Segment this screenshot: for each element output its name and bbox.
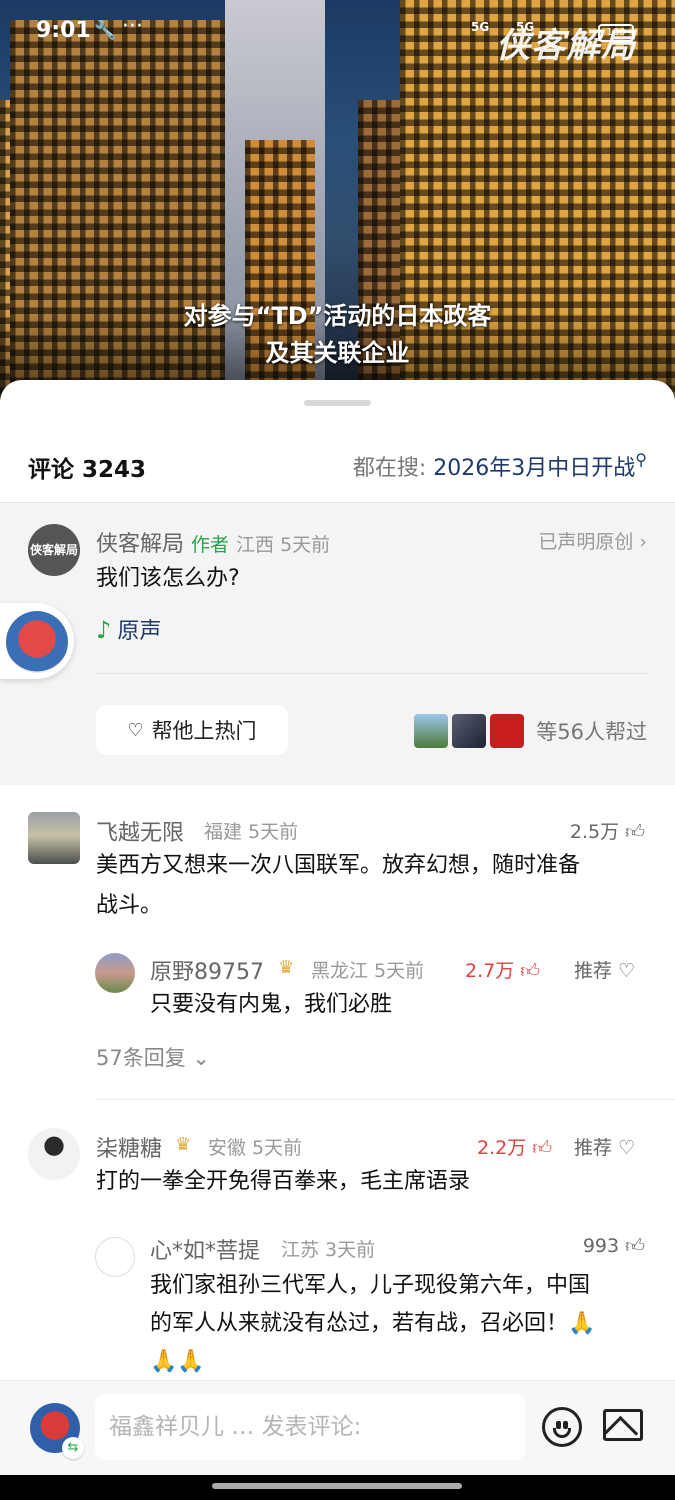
floating-badge[interactable] xyxy=(0,603,74,679)
comments-header: 评论 3243 都在搜: 2026年3月中日开战⚲ xyxy=(0,442,675,502)
like-button[interactable]: 2.5万 👍︎ xyxy=(570,817,645,844)
author-comment[interactable]: 侠客解局 侠客解局 作者 江西 5天前 已声明原创 › 我们该怎么办? ♪ 原声 … xyxy=(0,503,675,785)
video-subtitle-line1: 对参与“TD”活动的日本政客 xyxy=(183,302,492,330)
more-replies-link[interactable]: 57条回复 ⌄ xyxy=(96,1042,210,1072)
divider xyxy=(96,1099,675,1100)
crown-badge-icon: ♛ xyxy=(175,1134,192,1155)
video-subtitle-line2: 及其关联企业 xyxy=(265,339,410,367)
commenter-name[interactable]: 侠客解局 作者 江西 5天前 xyxy=(96,526,330,558)
thumb-up-icon: 👍︎ xyxy=(625,1235,645,1257)
commenter-name[interactable]: 飞越无限 xyxy=(96,815,184,847)
comment-input[interactable]: 福鑫祥贝儿 … 发表评论: xyxy=(95,1394,525,1460)
comment-text: 的军人从来就没有怂过，若有战，召必回！🙏 xyxy=(150,1311,596,1336)
recommend-label: 推荐 xyxy=(574,960,613,982)
avatar[interactable] xyxy=(28,812,80,864)
like-count: 2.7万 xyxy=(465,960,515,982)
comment-text: 美西方又想来一次八国联军。放弃幻想，随时准备 xyxy=(96,853,581,878)
emoji-mouth xyxy=(553,1428,571,1438)
comment-text: 我们该怎么办? xyxy=(96,566,240,591)
like-button[interactable]: 2.7万 👍︎ xyxy=(465,956,540,983)
boost-button-label: 帮他上热门 xyxy=(151,719,257,743)
comment-text: 战斗。 xyxy=(96,893,163,918)
like-button[interactable]: 2.2万 👍︎ xyxy=(477,1133,552,1160)
helpers-count: 等56人帮过 xyxy=(536,720,647,744)
comment-text: 🙏🙏 xyxy=(150,1349,205,1374)
battery-icon: 100 xyxy=(598,24,634,42)
crown-badge-icon: ♛ xyxy=(278,957,295,978)
helper-avatar xyxy=(414,714,449,748)
comment-count: 评论 3243 xyxy=(28,457,147,483)
helper-avatar xyxy=(490,714,525,748)
system-nav-bar xyxy=(0,1475,675,1500)
search-label: 都在搜: xyxy=(352,456,427,481)
comment-meta: 福建 5天前 xyxy=(204,821,299,843)
comment-text: 只要没有内鬼，我们必胜 xyxy=(150,992,393,1017)
avatar[interactable] xyxy=(95,953,135,993)
recommend-label: 推荐 xyxy=(574,1137,613,1159)
commenter-name[interactable]: 柒糖糖 xyxy=(96,1131,162,1163)
original-declared-link[interactable]: 已声明原创 › xyxy=(538,527,647,554)
author-tag: 作者 xyxy=(191,534,230,556)
thumb-up-filled-icon: 👍︎ xyxy=(520,960,541,982)
badge-logo-icon xyxy=(6,611,68,673)
heart-icon: ♡ xyxy=(618,960,636,982)
commenter-name[interactable]: 心*如*菩提 xyxy=(150,1233,260,1265)
trending-search[interactable]: 都在搜: 2026年3月中日开战⚲ xyxy=(353,450,647,482)
video-background[interactable]: 9:01 🔧 ··· 5G 5G 侠客解局 100 对参与“TD”活动的日本政客… xyxy=(0,0,675,400)
emoji-icon[interactable] xyxy=(542,1407,582,1447)
divider xyxy=(96,673,648,674)
boost-button[interactable]: ♡ 帮他上热门 xyxy=(96,705,288,755)
comment-text: 我们家祖孙三代军人，儿子现役第六年，中国 xyxy=(150,1273,591,1298)
comment-meta: 安徽 5天前 xyxy=(208,1137,303,1159)
comment-input-bar: ⇆ 福鑫祥贝儿 … 发表评论: xyxy=(0,1380,675,1475)
avatar[interactable] xyxy=(95,1237,135,1277)
comment-meta: 江苏 3天前 xyxy=(281,1239,376,1261)
helper-avatar xyxy=(452,714,487,748)
music-note-icon: ♪ xyxy=(96,616,112,644)
status-time: 9:01 xyxy=(36,18,91,43)
music-label: 原声 xyxy=(117,619,162,644)
comment-text: 打的一拳全开免得百拳来，毛主席语录 xyxy=(96,1169,471,1194)
like-count: 2.2万 xyxy=(477,1137,527,1159)
like-count: 2.5万 xyxy=(569,821,620,843)
thumb-up-filled-icon: 👍︎ xyxy=(532,1137,553,1159)
wrench-icon: 🔧 xyxy=(94,20,117,41)
recommend-button[interactable]: 推荐 ♡ xyxy=(574,956,635,983)
image-icon[interactable] xyxy=(603,1409,643,1441)
comment-meta: 江西 5天前 xyxy=(236,534,331,556)
avatar[interactable]: 侠客解局 xyxy=(28,524,80,576)
search-term[interactable]: 2026年3月中日开战 xyxy=(433,456,635,481)
comment-meta: 黑龙江 5天前 xyxy=(311,960,425,982)
network-label: 5G xyxy=(471,20,490,34)
author-name[interactable]: 侠客解局 xyxy=(96,532,184,557)
like-count: 993 xyxy=(582,1235,620,1257)
helpers-summary[interactable]: 等56人帮过 xyxy=(414,711,647,751)
more-dots-icon: ··· xyxy=(122,14,143,39)
original-sound-link[interactable]: ♪ 原声 xyxy=(96,613,161,645)
home-indicator[interactable] xyxy=(212,1483,462,1489)
status-bar: 9:01 🔧 ··· 5G 5G 侠客解局 100 xyxy=(0,0,675,66)
like-button[interactable]: 993 👍︎ xyxy=(583,1235,645,1258)
switch-account-icon[interactable]: ⇆ xyxy=(62,1437,84,1459)
search-icon: ⚲ xyxy=(635,450,647,469)
drag-handle[interactable] xyxy=(304,400,371,406)
heart-handshake-icon: ♡ xyxy=(127,719,144,741)
avatar[interactable] xyxy=(28,1128,80,1180)
comments-sheet: 评论 3243 都在搜: 2026年3月中日开战⚲ 侠客解局 侠客解局 作者 江… xyxy=(0,380,675,1380)
heart-icon: ♡ xyxy=(618,1137,636,1159)
commenter-name[interactable]: 原野89757 xyxy=(150,954,264,986)
recommend-button[interactable]: 推荐 ♡ xyxy=(574,1133,635,1160)
thumb-up-icon: 👍︎ xyxy=(625,821,645,843)
